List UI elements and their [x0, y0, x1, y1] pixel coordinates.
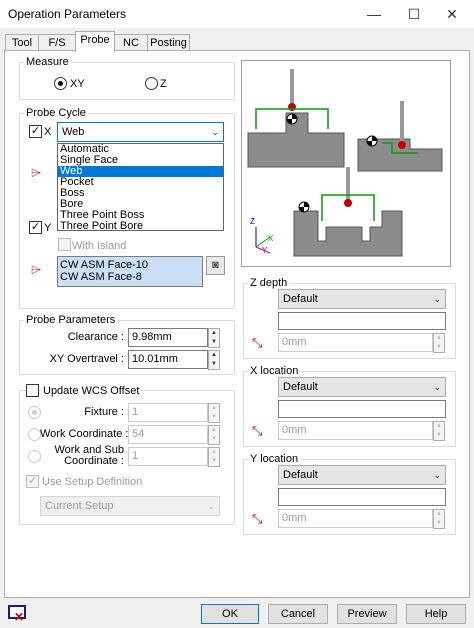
use-setup-checkbox[interactable]: ✓ [26, 475, 39, 488]
y-location-spinner[interactable]: ▲ ▼ [433, 509, 445, 529]
update-wcs-label: Update WCS Offset [41, 385, 142, 397]
chevron-down-icon: ⌄ [433, 470, 441, 480]
x-label: X [44, 126, 52, 138]
use-setup-label: Use Setup Definition [42, 476, 143, 488]
cancel-button[interactable]: Cancel [268, 604, 328, 624]
face-item[interactable]: CW ASM Face-8 [60, 271, 202, 283]
z-depth-text[interactable] [278, 312, 446, 330]
clearance-spinner[interactable]: ▲ ▼ [208, 328, 220, 348]
z-depth-combo[interactable]: Default ⌄ [278, 289, 446, 309]
close-button[interactable]: ✕ [442, 4, 462, 24]
fixture-input[interactable]: 1 [128, 403, 208, 422]
distance-icon[interactable]: ⤡ [252, 423, 262, 439]
tab-posting[interactable]: Posting [147, 34, 190, 51]
z-depth-distance-input[interactable]: 0mm [278, 333, 433, 352]
y-checkbox[interactable]: ✓ [29, 221, 42, 234]
x-location-distance-input[interactable]: 0mm [278, 421, 433, 440]
y-location-combo[interactable]: Default ⌄ [278, 465, 446, 485]
distance-icon[interactable]: ⤡ [252, 335, 262, 351]
preview-button[interactable]: Preview [337, 604, 397, 624]
x-checkbox[interactable]: ✓ [29, 125, 42, 138]
x-cycle-dropdown-list: Automatic Single Face Web Pocket Boss Bo… [57, 143, 224, 232]
x-cycle-value: Web [62, 126, 85, 138]
select-faces-icon[interactable]: ⌲ [31, 165, 41, 181]
faces-list[interactable]: CW ASM Face-10 CW ASM Face-8 [57, 256, 203, 287]
z-depth-spinner[interactable]: ▲ ▼ [433, 333, 445, 353]
work-sub-spinner[interactable]: ▲ ▼ [208, 447, 220, 467]
with-island-checkbox[interactable] [58, 238, 71, 251]
fixture-label: Fixture : [84, 406, 124, 418]
y-location-combo-value: Default [283, 469, 318, 481]
fixture-spinner[interactable]: ▲ ▼ [208, 403, 220, 423]
camera-icon[interactable]: ◙ [206, 256, 225, 275]
y-location-label: Y location [248, 453, 301, 465]
x-location-text[interactable] [278, 400, 446, 418]
z-depth-label: Z depth [248, 277, 290, 289]
clearance-label: Clearance : [67, 331, 124, 343]
minimize-button[interactable]: — [364, 4, 384, 24]
probe-parameters-label: Probe Parameters [24, 314, 118, 326]
work-sub-label-line2: Coordinate : [64, 455, 124, 467]
setup-combo[interactable]: Current Setup ⌄ [40, 496, 220, 516]
window-title: Operation Parameters [8, 7, 127, 21]
measure-z-label: Z [160, 78, 167, 90]
probe-cycle-label: Probe Cycle [24, 107, 88, 119]
y-location-distance-input[interactable]: 0mm [278, 509, 433, 528]
xy-overtravel-input[interactable]: 10.01mm [128, 350, 208, 369]
pocket-part-shape [293, 210, 403, 257]
z-depth-combo-value: Default [283, 293, 318, 305]
select-faces-icon-y[interactable]: ⌲ [31, 262, 41, 278]
tab-tool[interactable]: Tool [5, 34, 39, 51]
chevron-down-icon: ⌄ [211, 127, 219, 137]
tab-probe[interactable]: Probe [75, 31, 115, 52]
setup-combo-value: Current Setup [45, 500, 114, 512]
help-button[interactable]: Help [406, 604, 466, 624]
operation-icon[interactable]: ✕ [6, 603, 30, 625]
y-label: Y [44, 222, 52, 234]
x-location-combo[interactable]: Default ⌄ [278, 377, 446, 397]
ok-button[interactable]: OK [201, 604, 259, 624]
chevron-down-icon: ⌄ [433, 294, 441, 304]
title-bar: Operation Parameters — ☐ ✕ [0, 0, 474, 28]
probe-tip [288, 103, 296, 111]
tab-nc[interactable]: NC [114, 34, 148, 51]
measure-xy-radio[interactable] [54, 77, 67, 90]
chevron-down-icon: ⌄ [207, 501, 215, 511]
update-wcs-checkbox[interactable] [26, 384, 39, 397]
measure-label: Measure [24, 56, 71, 68]
axis-z-label: Z [250, 217, 255, 226]
face-item[interactable]: CW ASM Face-10 [60, 259, 202, 271]
axis-x-label: X [268, 234, 274, 243]
dropdown-option-single-face[interactable]: Single Face [58, 155, 223, 166]
distance-icon[interactable]: ⤡ [252, 511, 262, 527]
work-coordinate-label: Work Coordinate : [40, 428, 129, 440]
x-location-spinner[interactable]: ▲ ▼ [433, 421, 445, 441]
measure-xy-label: XY [70, 78, 85, 90]
tab-fs[interactable]: F/S [38, 34, 76, 51]
x-cycle-combo[interactable]: Web ⌄ [57, 122, 224, 142]
chevron-down-icon: ⌄ [433, 382, 441, 392]
xy-overtravel-label: XY Overtravel : [49, 353, 124, 365]
dropdown-option-three-point-bore[interactable]: Three Point Bore [58, 221, 223, 232]
work-coordinate-input[interactable]: 54 [128, 425, 208, 444]
work-sub-input[interactable]: 1 [128, 447, 208, 466]
xy-overtravel-spinner[interactable]: ▲ ▼ [208, 350, 220, 370]
clearance-input[interactable]: 9.98mm [128, 328, 208, 347]
measure-z-radio[interactable] [145, 77, 158, 90]
x-location-combo-value: Default [283, 381, 318, 393]
y-location-text[interactable] [278, 488, 446, 506]
with-island-label: With Island [72, 240, 127, 252]
probe-stem [290, 69, 294, 105]
fixture-radio[interactable] [28, 406, 41, 419]
axis-y-label: Y [262, 246, 268, 255]
work-coordinate-spinner[interactable]: ▲ ▼ [208, 425, 220, 445]
x-location-label: X location [248, 365, 301, 377]
maximize-button[interactable]: ☐ [404, 4, 424, 24]
